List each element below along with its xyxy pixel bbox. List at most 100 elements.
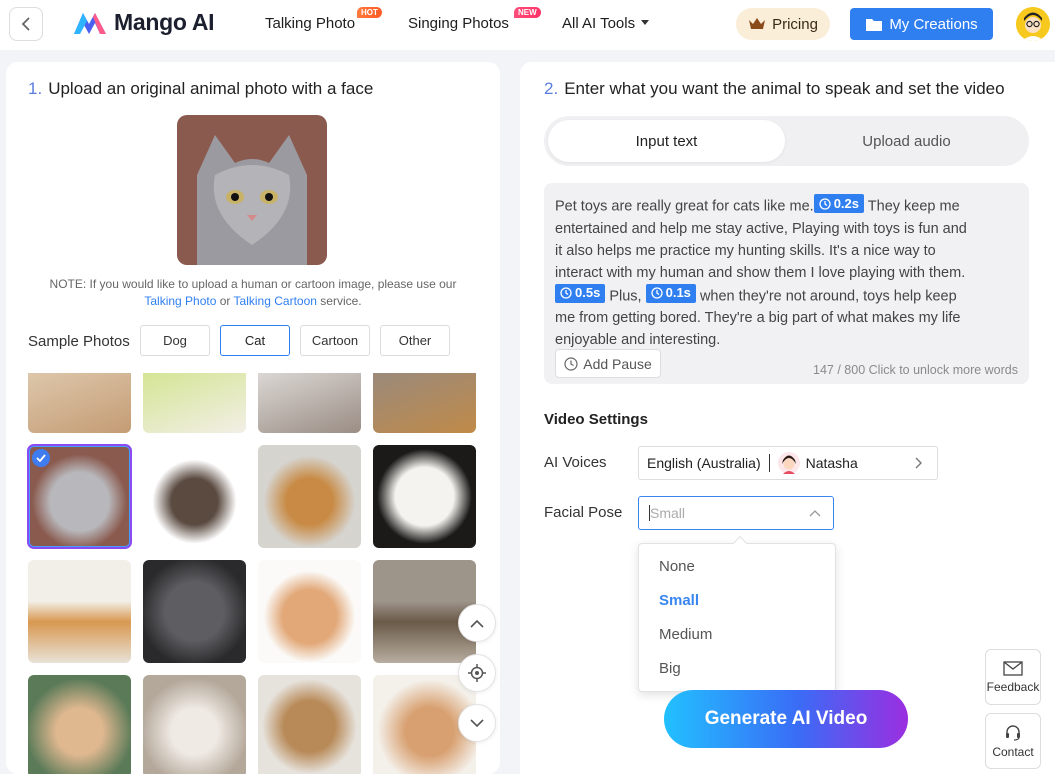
pause-chip[interactable]: 0.1s — [645, 283, 696, 303]
sample-photo[interactable] — [143, 445, 246, 548]
pause-duration: 0.1s — [665, 285, 691, 300]
contact-button[interactable]: Contact — [985, 713, 1041, 769]
note-service: service. — [320, 294, 362, 308]
mango-logo-icon — [74, 12, 106, 34]
sample-photo[interactable] — [143, 560, 246, 663]
ai-voices-label: AI Voices — [544, 454, 607, 471]
ai-voice-select[interactable]: English (Australia) Natasha — [638, 446, 938, 480]
pricing-button[interactable]: Pricing — [736, 8, 830, 40]
settings-panel: 2. Enter what you want the animal to spea… — [520, 62, 1055, 774]
facial-pose-dropdown: None Small Medium Big — [638, 535, 836, 692]
add-pause-button[interactable]: Add Pause — [555, 349, 661, 378]
scroll-up-button[interactable] — [458, 604, 496, 642]
input-mode-tabs: Input text Upload audio — [544, 116, 1029, 166]
feedback-label: Feedback — [986, 679, 1040, 694]
tab-upload-audio[interactable]: Upload audio — [788, 120, 1025, 162]
avatar-icon — [1016, 7, 1050, 41]
word-count: 147 / 800 — [813, 363, 866, 377]
sample-photo[interactable] — [28, 675, 131, 774]
sample-photo[interactable] — [143, 675, 246, 774]
upload-step-title: 1. Upload an original animal photo with a… — [28, 79, 373, 99]
note-or: or — [219, 294, 231, 308]
back-button[interactable] — [9, 7, 43, 41]
nav-all-ai-tools[interactable]: All AI Tools — [562, 15, 650, 32]
talking-photo-link[interactable]: Talking Photo — [144, 294, 216, 308]
sample-photo[interactable] — [258, 560, 361, 663]
crown-icon — [749, 18, 766, 29]
new-badge: NEW — [514, 7, 541, 18]
pause-duration: 0.2s — [833, 195, 859, 211]
pose-option-small[interactable]: Small — [659, 592, 699, 609]
clock-icon — [564, 356, 578, 371]
my-creations-label: My Creations — [889, 15, 978, 33]
chevron-up-icon — [470, 619, 484, 628]
caret-down-icon — [641, 20, 650, 25]
nav-talking-photo[interactable]: Talking Photo HOT — [265, 7, 382, 32]
feedback-button[interactable]: Feedback — [985, 649, 1041, 705]
sample-photo[interactable] — [28, 373, 131, 433]
upload-note: NOTE: If you would like to upload a huma… — [20, 276, 486, 310]
tab-input-text[interactable]: Input text — [548, 120, 785, 162]
uploaded-photo[interactable] — [177, 115, 327, 265]
locate-button[interactable] — [458, 654, 496, 692]
sample-photo[interactable] — [143, 373, 246, 433]
headset-icon — [1006, 725, 1020, 741]
facial-pose-placeholder: Small — [650, 505, 686, 521]
filter-dog-button[interactable]: Dog — [140, 325, 210, 356]
clock-icon — [650, 287, 663, 299]
user-avatar[interactable] — [1016, 7, 1050, 41]
sample-photo-selected[interactable] — [27, 444, 132, 549]
nav-singing-photos-label: Singing Photos — [408, 15, 509, 32]
clock-icon — [560, 287, 572, 299]
crosshair-icon — [468, 664, 486, 682]
filter-other-button[interactable]: Other — [380, 325, 450, 356]
chevron-down-icon — [470, 718, 484, 727]
step-title-text: Upload an original animal photo with a f… — [48, 79, 374, 98]
scroll-down-button[interactable] — [458, 704, 496, 742]
talking-cartoon-link[interactable]: Talking Cartoon — [234, 294, 317, 308]
sample-photo[interactable] — [258, 445, 361, 548]
sample-photo[interactable] — [28, 560, 131, 663]
sample-photo[interactable] — [258, 675, 361, 774]
script-segment: Plus, — [605, 288, 642, 304]
voice-avatar-icon — [777, 452, 800, 474]
pause-chip[interactable]: 0.2s — [813, 194, 864, 213]
facial-pose-label: Facial Pose — [544, 504, 623, 521]
sample-photos-label: Sample Photos — [28, 333, 130, 350]
clock-icon — [819, 197, 831, 210]
upload-panel: 1. Upload an original animal photo with a… — [6, 62, 500, 774]
dropdown-caret — [732, 535, 748, 551]
pose-option-none[interactable]: None — [659, 558, 695, 575]
folder-icon — [866, 18, 883, 31]
contact-label: Contact — [992, 745, 1034, 759]
brand-logo[interactable]: Mango AI — [72, 9, 215, 36]
note-text: NOTE: If you would like to upload a huma… — [49, 277, 457, 291]
pose-option-medium[interactable]: Medium — [659, 626, 712, 643]
cat-photo-image — [177, 115, 327, 265]
add-pause-label: Add Pause — [583, 355, 652, 372]
my-creations-button[interactable]: My Creations — [850, 8, 993, 40]
chevron-up-icon — [809, 509, 821, 516]
sample-photo[interactable] — [258, 373, 361, 433]
pause-chip[interactable]: 0.5s — [555, 283, 606, 303]
pricing-label: Pricing — [772, 15, 818, 33]
step-number: 1. — [28, 79, 43, 98]
facial-pose-select[interactable]: Small — [638, 496, 834, 530]
generate-video-button[interactable]: Generate AI Video — [664, 690, 908, 748]
voice-language: English (Australia) — [647, 455, 761, 471]
sample-photo[interactable] — [373, 373, 476, 433]
script-textarea[interactable]: Pet toys are really great for cats like … — [544, 183, 1029, 384]
divider — [768, 454, 770, 472]
nav-all-ai-tools-label: All AI Tools — [562, 15, 636, 32]
checkmark-icon — [32, 449, 50, 467]
script-segment: Pet toys are really great for cats like … — [555, 198, 814, 215]
sample-photo-grid — [6, 373, 500, 774]
top-header: Mango AI Talking Photo HOT Singing Photo… — [0, 0, 1055, 50]
unlock-words-link[interactable]: Click to unlock more words — [869, 363, 1018, 377]
sample-photo[interactable] — [373, 445, 476, 548]
nav-singing-photos[interactable]: Singing Photos NEW — [408, 7, 541, 32]
filter-cartoon-button[interactable]: Cartoon — [300, 325, 370, 356]
pause-duration: 0.5s — [575, 285, 601, 300]
pose-option-big[interactable]: Big — [659, 660, 681, 677]
filter-cat-button[interactable]: Cat — [220, 325, 290, 356]
